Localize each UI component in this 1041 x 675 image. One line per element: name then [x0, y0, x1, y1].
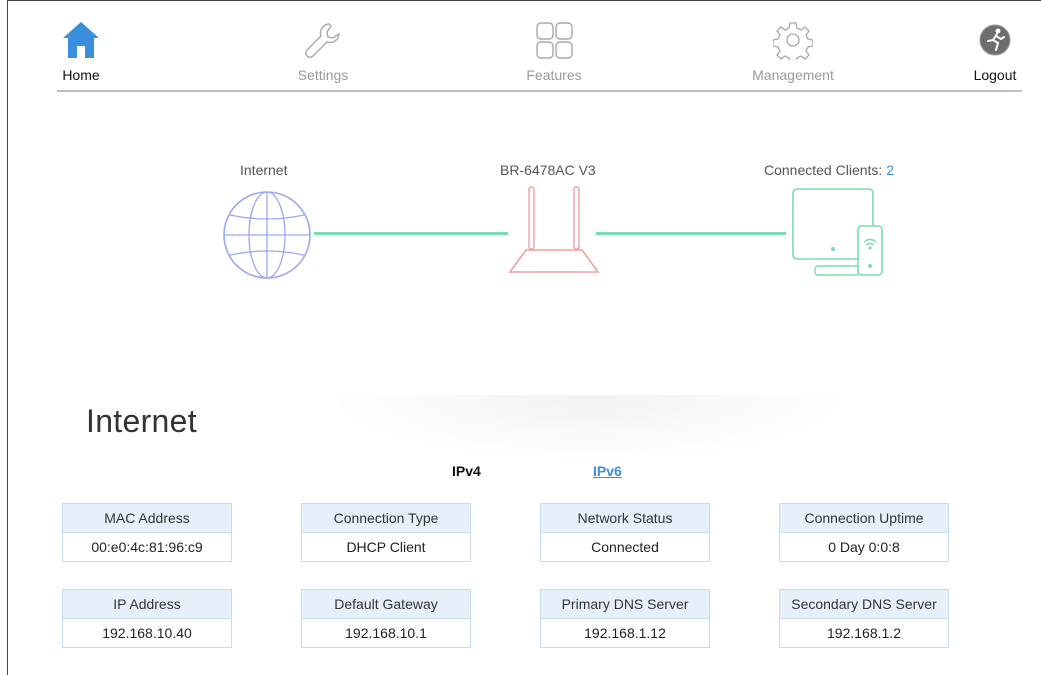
info-cell-value: 00:e0:4c:81:96:c9 — [62, 533, 232, 562]
nav-settings-label: Settings — [297, 67, 349, 83]
info-cell-value: DHCP Client — [301, 533, 471, 562]
info-cell-header: Primary DNS Server — [540, 589, 710, 619]
clients-label: Connected Clients: 2 — [764, 162, 894, 178]
info-cell-connection-uptime: Connection Uptime 0 Day 0:0:8 — [779, 503, 949, 562]
info-cell-header: Connection Uptime — [779, 503, 949, 533]
section-title-internet: Internet — [86, 403, 197, 439]
info-cell-header: MAC Address — [62, 503, 232, 533]
info-cell-value: 192.168.1.12 — [540, 619, 710, 648]
clients-icon — [792, 188, 883, 276]
nav-home-label: Home — [62, 67, 100, 83]
info-cell-value: 0 Day 0:0:8 — [779, 533, 949, 562]
info-cell-value: 192.168.10.1 — [301, 619, 471, 648]
info-cell-connection-type: Connection Type DHCP Client — [301, 503, 471, 562]
clients-count[interactable]: 2 — [886, 162, 894, 178]
section-glow — [280, 395, 900, 475]
home-icon — [63, 22, 99, 58]
nav-settings[interactable]: Settings — [283, 20, 363, 83]
info-cell-secondary-dns: Secondary DNS Server 192.168.1.2 — [779, 589, 949, 648]
info-cell-default-gateway: Default Gateway 192.168.10.1 — [301, 589, 471, 648]
info-cell-network-status: Network Status Connected — [540, 503, 710, 562]
info-cell-primary-dns: Primary DNS Server 192.168.1.12 — [540, 589, 710, 648]
info-cell-mac-address: MAC Address 00:e0:4c:81:96:c9 — [62, 503, 232, 562]
nav-features-label: Features — [526, 67, 582, 83]
info-cell-ip-address: IP Address 192.168.10.40 — [62, 589, 232, 648]
window-border-left — [7, 0, 8, 675]
tab-ipv6[interactable]: IPv6 — [593, 463, 622, 479]
tab-ipv4[interactable]: IPv4 — [452, 463, 481, 479]
nav-management-label: Management — [752, 67, 834, 83]
nav-logout[interactable]: Logout — [968, 20, 1022, 83]
info-cell-header: Connection Type — [301, 503, 471, 533]
gear-icon — [773, 22, 813, 60]
info-cell-value: Connected — [540, 533, 710, 562]
nav-management[interactable]: Management — [738, 20, 848, 83]
info-cell-value: 192.168.1.2 — [779, 619, 949, 648]
router-label: BR-6478AC V3 — [500, 162, 596, 178]
globe-icon — [223, 191, 311, 279]
clients-label-text: Connected Clients: — [764, 162, 883, 178]
wire-router-clients — [596, 232, 786, 235]
info-cell-header: Secondary DNS Server — [779, 589, 949, 619]
info-cell-header: Default Gateway — [301, 589, 471, 619]
internet-label: Internet — [240, 162, 288, 178]
logout-icon — [979, 24, 1011, 56]
nav-home[interactable]: Home — [56, 20, 106, 83]
info-cell-header: Network Status — [540, 503, 710, 533]
nav-features[interactable]: Features — [509, 20, 599, 83]
wire-internet-router — [314, 232, 508, 235]
nav-divider — [57, 90, 1022, 92]
info-cell-value: 192.168.10.40 — [62, 619, 232, 648]
wrench-icon — [305, 23, 340, 58]
info-cell-header: IP Address — [62, 589, 232, 619]
grid-icon — [536, 22, 573, 59]
nav-logout-label: Logout — [973, 67, 1017, 83]
router-icon — [508, 186, 600, 273]
top-nav: Home Settings Features Management Logout — [0, 0, 1041, 95]
